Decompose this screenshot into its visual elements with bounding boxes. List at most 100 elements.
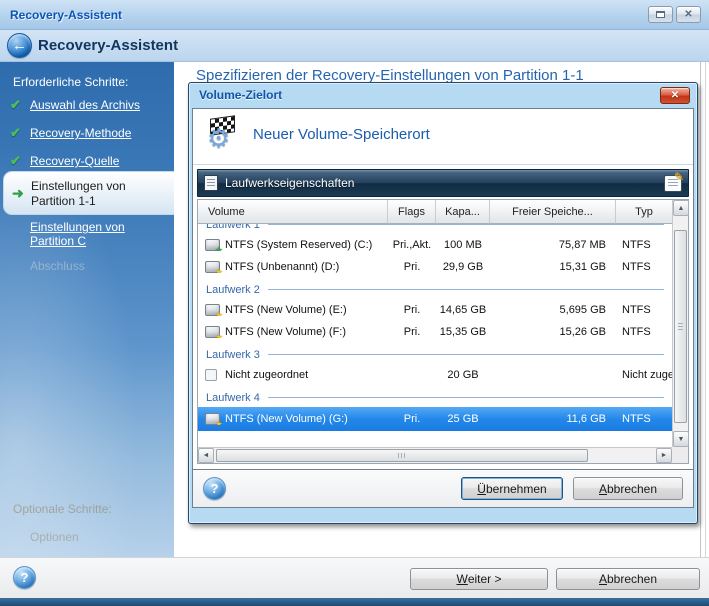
step-label[interactable]: Auswahl des Archivs [30,98,166,112]
next-button[interactable]: Weiter > [410,568,548,590]
volume-zielort-dialog: Volume-Zielort ✕ ⚙ Neuer Volume-Speicher… [188,82,698,524]
checkered-flag-gear-icon: ⚙ [205,116,245,156]
current-step-label: Einstellungen von Partition 1-1 [31,179,169,209]
volume-row[interactable]: NTFS (New Volume) (F:)Pri.15,35 GB15,26 … [198,321,672,343]
horizontal-scroll-thumb[interactable] [216,449,588,462]
scroll-left-button[interactable]: ◄ [198,448,214,463]
disk-group-label: Laufwerk 1 [206,224,260,231]
window-close-button[interactable]: ✕ [676,6,701,23]
partition-yellow-star-icon [205,413,220,425]
volume-name: NTFS (New Volume) (E:) [225,304,347,316]
drive-properties-toolbar: Laufwerkseigenschaften [197,169,689,197]
divider [705,62,706,557]
partition-yellow-star-icon [205,261,220,273]
column-header-capacity[interactable]: Kapa... [436,200,490,224]
dialog-heading: Neuer Volume-Speicherort [253,126,430,143]
disk-group-label: Laufwerk 3 [206,349,260,361]
volume-table: Volume Flags Kapa... Freier Speiche... T… [197,199,689,464]
scrollbar-corner [672,447,688,463]
volume-free: 15,31 GB [490,261,616,273]
triangle-left-icon: ◄ [203,452,210,459]
dialog-close-button[interactable]: ✕ [660,87,690,104]
step-label: Abschluss [30,259,166,273]
column-header-type[interactable]: Typ [616,200,672,224]
disk-group-row: Laufwerk 4 [198,388,672,407]
volume-name: NTFS (System Reserved) (C:) [225,239,372,251]
help-button[interactable]: ? [203,477,226,500]
volume-row[interactable]: NTFS (Unbenannt) (D:)Pri.29,9 GB15,31 GB… [198,256,672,278]
divider [268,224,664,225]
help-button[interactable]: ? [13,566,36,589]
volume-flags: Pri.,Akt. [388,239,436,251]
required-steps-header: Erforderliche Schritte: [13,75,128,89]
question-mark-icon: ? [21,570,29,585]
volume-row[interactable]: NTFS (System Reserved) (C:) Pri.,Akt.100 … [198,234,672,256]
volume-cell: NTFS (New Volume) (E:) [198,304,388,316]
window-bottom-strip [0,598,709,606]
volume-free: 15,26 GB [490,326,616,338]
volume-row[interactable]: Nicht zugeordnet 20 GB Nicht zugeordnet [198,364,672,386]
vertical-scrollbar[interactable]: ▲ ▼ [672,200,688,447]
maximize-icon [656,11,665,18]
step-label[interactable]: Recovery-Methode [30,126,166,140]
window-title: Recovery-Assistent [10,8,122,22]
cancel-button[interactable]: Abbrechen [556,568,700,590]
volume-capacity: 20 GB [436,369,490,381]
divider [700,62,701,557]
volume-cell: NTFS (System Reserved) (C:) [198,239,388,251]
volume-free: 11,6 GB [490,413,616,425]
volume-name: Nicht zugeordnet [225,369,308,381]
vertical-scroll-thumb[interactable] [674,230,687,423]
disk-group-label: Laufwerk 2 [206,284,260,296]
column-header-flags[interactable]: Flags [388,200,436,224]
dialog-header: ⚙ Neuer Volume-Speicherort [193,109,693,165]
check-icon: ✔ [10,125,21,141]
wizard-header: ← Recovery-Assistent [0,30,709,62]
volume-capacity: 14,65 GB [436,304,490,316]
scroll-right-button[interactable]: ► [656,448,672,463]
maximize-button[interactable] [648,6,673,23]
check-icon: ✔ [10,153,21,169]
step-label[interactable]: Einstellungen von Partition C [30,220,166,248]
partition-yellow-star-icon [205,326,220,338]
volume-row[interactable]: NTFS (New Volume) (E:)Pri.14,65 GB5,695 … [198,299,672,321]
volume-row[interactable]: NTFS (New Volume) (G:)Pri.25 GB11,6 GBNT… [198,407,672,431]
optional-steps-header: Optionale Schritte: [13,502,112,516]
divider [268,354,664,355]
apply-button[interactable]: Übernehmen [461,477,563,500]
back-button[interactable]: ← [7,33,32,58]
disk-group-row: Laufwerk 3 [198,345,672,364]
step-label[interactable]: Recovery-Quelle [30,154,166,168]
volume-capacity: 25 GB [436,413,490,425]
scroll-down-button[interactable]: ▼ [673,431,689,447]
horizontal-scroll-track[interactable] [214,448,656,463]
disk-group-label: Laufwerk 4 [206,392,260,404]
dialog-body: ⚙ Neuer Volume-Speicherort Laufwerkseige… [192,108,694,470]
horizontal-scrollbar[interactable]: ◄ ► [198,447,672,463]
column-header-free-space[interactable]: Freier Speiche... [490,200,616,224]
edit-properties-icon[interactable] [664,175,682,192]
dialog-title: Volume-Zielort [199,88,282,102]
column-header-volume[interactable]: Volume [198,200,388,224]
volume-type: Nicht zugeordnet [616,369,672,381]
vertical-scroll-track[interactable] [673,216,688,431]
volume-name: NTFS (New Volume) (F:) [225,326,346,338]
check-icon: ✔ [10,97,21,113]
partition-green-star-icon [205,239,220,251]
arrow-left-icon: ← [12,37,27,54]
volume-type: NTFS [616,304,672,316]
volume-flags: Pri. [388,261,436,273]
volume-flags: Pri. [388,326,436,338]
scroll-up-button[interactable]: ▲ [673,200,689,216]
volume-flags: Pri. [388,413,436,425]
dialog-cancel-button[interactable]: Abbrechen [573,477,683,500]
triangle-down-icon: ▼ [678,436,685,443]
dialog-titlebar: Volume-Zielort ✕ [189,83,697,108]
triangle-right-icon: ► [661,452,668,459]
dialog-footer: ? Übernehmen Abbrechen [192,470,694,508]
volume-type: NTFS [616,239,672,251]
volume-free: 75,87 MB [490,239,616,251]
toolbar-label: Laufwerkseigenschaften [225,176,354,190]
volume-capacity: 29,9 GB [436,261,490,273]
volume-capacity: 100 MB [436,239,490,251]
